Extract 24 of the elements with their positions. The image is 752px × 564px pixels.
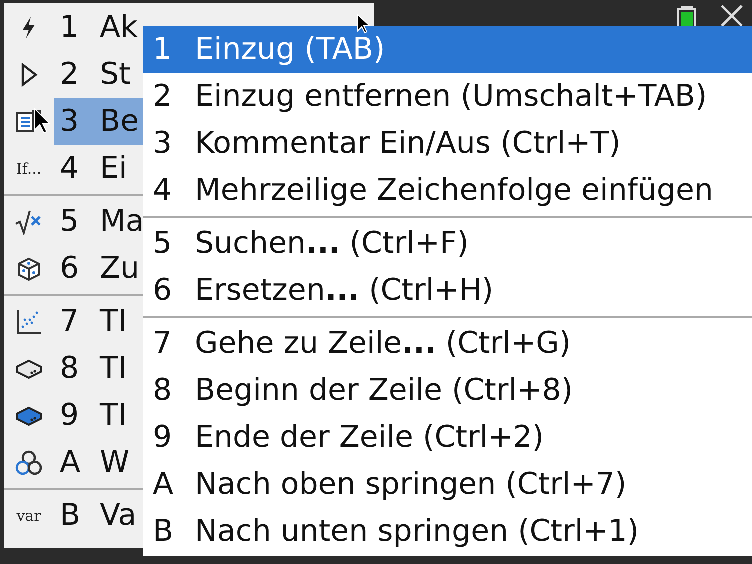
menu-item[interactable]: 3 Be [54, 98, 143, 145]
menu-item[interactable]: 1 Einzug (TAB) [143, 26, 752, 73]
menu-item[interactable]: A Nach oben springen (Ctrl+7) [143, 461, 752, 508]
menu-item[interactable]: 9 Ende der Zeile (Ctrl+2) [143, 414, 752, 461]
menu-item[interactable]: 4 Ei [54, 145, 143, 192]
menu-item[interactable]: 2 St [54, 51, 143, 98]
menu-item[interactable]: B Nach unten springen (Ctrl+1) [143, 508, 752, 555]
menu-item[interactable]: 2 Einzug entfernen (Umschalt+TAB) [143, 73, 752, 120]
menu-item[interactable]: 1 Ak [54, 4, 143, 51]
menu-item[interactable]: 6 Zu [54, 245, 143, 292]
menu-item[interactable]: 8 TI [54, 345, 143, 392]
menu-item[interactable]: A W [54, 439, 143, 486]
menu-item[interactable]: 4 Mehrzeilige Zeichenfolge einfügen [143, 167, 752, 214]
menu-item[interactable]: 3 Kommentar Ein/Aus (Ctrl+T) [143, 120, 752, 167]
menu-item[interactable]: 5 Ma [54, 198, 143, 245]
menu-item[interactable]: B Va [54, 492, 143, 539]
menu-item[interactable]: 7 TI [54, 298, 143, 345]
menu-item[interactable]: 7 Gehe zu Zeile... (Ctrl+G) [143, 320, 752, 367]
menu-item[interactable]: 9 TI [54, 392, 143, 439]
menu-item[interactable]: 5 Suchen... (Ctrl+F) [143, 220, 752, 267]
menu-item[interactable]: 6 Ersetzen... (Ctrl+H) [143, 267, 752, 314]
icon-label: If... [16, 160, 42, 178]
icon-label: var [16, 506, 42, 524]
menu-item[interactable]: 8 Beginn der Zeile (Ctrl+8) [143, 367, 752, 414]
